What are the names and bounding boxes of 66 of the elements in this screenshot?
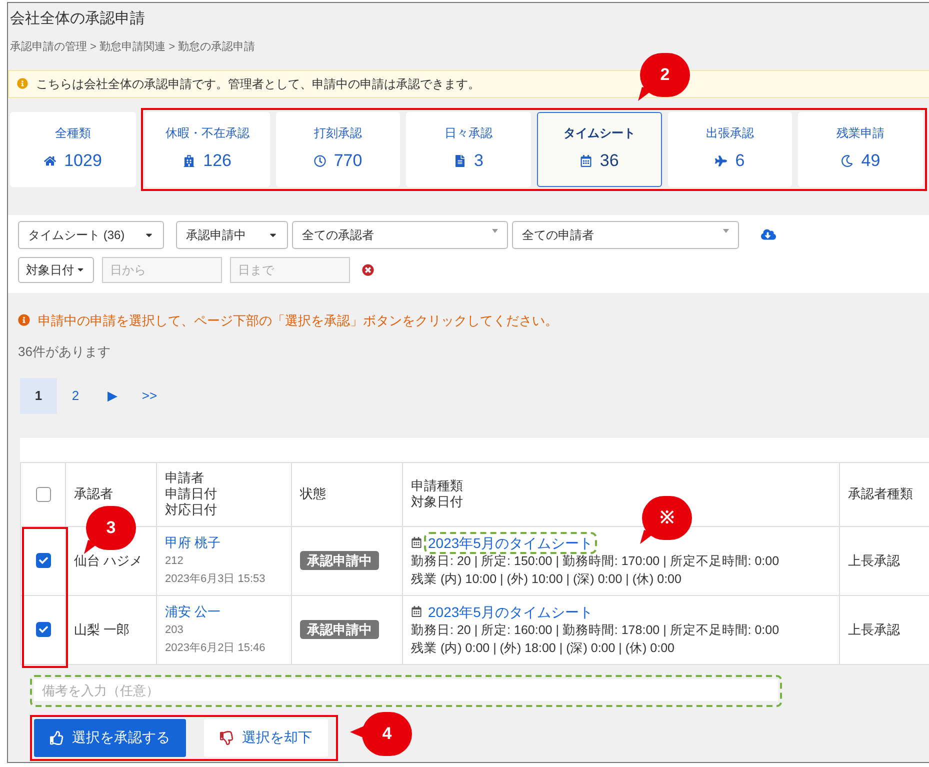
checkbox[interactable] xyxy=(36,553,50,568)
applied-date: 2023年6月2日 15:46 xyxy=(165,640,266,656)
thumbs-up-icon xyxy=(50,730,64,744)
table-cell: 山梨 一郎 xyxy=(66,595,156,664)
detail-text: 勤務日: 20 | 所定: 160:00 | 勤務時間: 178:00 | 所定不足時間: 0:00 xyxy=(411,622,780,638)
calendar-icon xyxy=(580,155,592,167)
category-card[interactable]: 日々承認 3 xyxy=(406,112,532,186)
page-link[interactable]: >> xyxy=(131,378,168,414)
remark-field[interactable]: 備考を入力（任意） xyxy=(34,679,778,701)
info-icon xyxy=(18,314,30,326)
applicant-id: 212 xyxy=(165,554,184,568)
category-card[interactable]: 休暇・不在承認 126 xyxy=(145,112,270,186)
category-card[interactable]: 全種類 1029 xyxy=(10,112,136,186)
detail-text: 勤務日: 20 | 所定: 150:00 | 勤務時間: 170:00 | 所定不足時間: 0:00 xyxy=(411,552,780,570)
info-icon xyxy=(17,78,28,89)
reject-button[interactable]: 選択を却下 xyxy=(204,718,328,756)
category-card[interactable]: 出張承認 6 xyxy=(668,112,792,186)
hospital-icon xyxy=(183,155,196,167)
calendar-icon xyxy=(411,537,422,548)
page-link[interactable]: 2 xyxy=(57,378,94,414)
thumbs-down-icon xyxy=(220,730,234,744)
checkbox[interactable] xyxy=(36,622,50,637)
column-header: 状態 xyxy=(292,462,402,526)
instruction-text: 申請中の申請を選択して、ページ下部の「選択を承認」ボタンをクリックしてください。 xyxy=(38,312,558,330)
caret-icon xyxy=(723,228,729,232)
approver-select[interactable]: 全ての承認者 xyxy=(292,220,508,248)
page-title: 会社全体の承認申請 xyxy=(9,9,146,29)
approve-button[interactable]: 選択を承認する xyxy=(34,718,186,756)
detail-text: 残業 (内) 10:00 | (外) 10:00 | (深) 0:00 | (休) 0:00 xyxy=(411,570,682,588)
checkbox[interactable] xyxy=(36,486,50,502)
status-badge: 承認申請中 xyxy=(300,550,379,570)
breadcrumb: 承認申請の管理 > 勤怠申請関連 > 勤怠の承認申請 xyxy=(9,40,256,55)
callout-pointer-icon xyxy=(350,726,364,738)
status-badge: 承認申請中 xyxy=(300,620,379,639)
checkmark-icon xyxy=(38,625,48,634)
caret-icon xyxy=(492,228,498,232)
applicant-id: 203 xyxy=(165,622,184,638)
status-select[interactable]: 承認申請中 xyxy=(176,220,288,248)
applicant-link[interactable]: 浦安 公一 xyxy=(165,602,283,620)
request-link[interactable]: 2023年5月のタイムシート xyxy=(426,534,595,552)
page-link[interactable]: 1 xyxy=(20,378,57,414)
date-type-select[interactable]: 対象日付 xyxy=(18,256,94,282)
applicant-select[interactable]: 全ての申請者 xyxy=(512,220,739,248)
request-link[interactable]: 2023年5月のタイムシート xyxy=(426,602,595,620)
document-icon xyxy=(454,155,466,167)
clock-icon xyxy=(314,155,326,167)
applicant-link[interactable]: 甲府 桃子 xyxy=(165,534,283,552)
airplane-icon xyxy=(715,155,728,167)
clear-icon[interactable] xyxy=(362,264,374,276)
result-count: 36件があります xyxy=(17,343,112,361)
column-header: 申請者 申請日付 対応日付 xyxy=(156,462,292,526)
cloud-download-icon[interactable] xyxy=(761,227,776,242)
applied-date: 2023年6月3日 15:53 xyxy=(165,572,266,586)
type-select[interactable]: タイムシート (36) xyxy=(18,220,164,248)
date-to-field[interactable]: 日まで xyxy=(230,256,350,282)
category-card[interactable]: 打刻承認 770 xyxy=(276,112,400,186)
calendar-icon xyxy=(411,606,422,617)
checkmark-icon xyxy=(38,556,48,565)
date-from-field[interactable]: 日から xyxy=(102,256,222,282)
category-card[interactable]: タイムシート 36 xyxy=(537,112,662,186)
detail-text: 残業 (内) 0:00 | (外) 18:00 | (深) 0:00 | (休) 0:00 xyxy=(411,640,676,656)
category-card[interactable]: 残業申請 49 xyxy=(798,112,924,186)
house-icon xyxy=(44,155,56,167)
moon-icon xyxy=(841,155,854,167)
page-link[interactable]: ▶ xyxy=(94,378,131,414)
column-header: 承認者種類 xyxy=(840,462,929,526)
